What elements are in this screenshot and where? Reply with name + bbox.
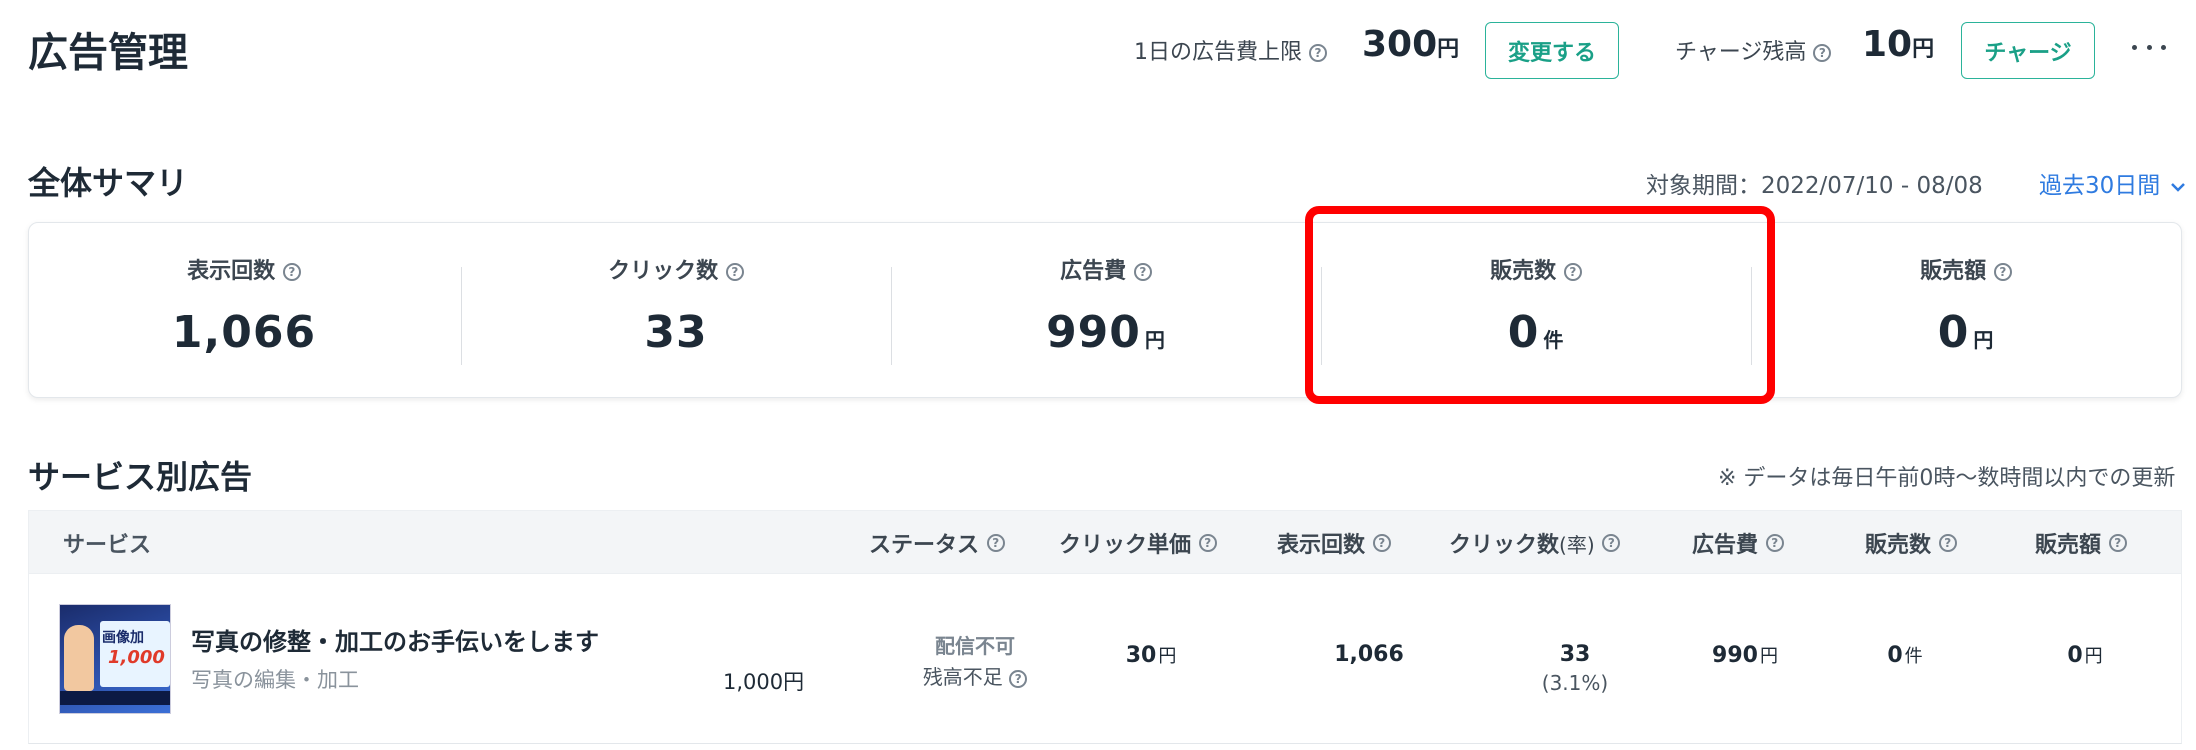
help-icon[interactable]: ? — [986, 534, 1005, 552]
metric-clicks: クリック数 ? 33 — [461, 223, 891, 399]
col-clicks: クリック数 (率) ? — [1449, 511, 1621, 575]
impressions-cell: 1,066 — [1289, 642, 1449, 667]
help-icon[interactable]: ? — [282, 263, 301, 281]
cpc-cell: 30 円 — [1081, 642, 1221, 668]
clicks-cell: 33 (3.1%) — [1495, 642, 1655, 695]
metric-label: 販売額 — [1920, 259, 1987, 284]
page-title: 広告管理 — [28, 30, 188, 76]
status-cell: 配信不可 残高不足 ? — [885, 630, 1065, 690]
chevron-down-icon[interactable] — [2170, 181, 2186, 193]
table-row[interactable]: 画像加 1,000 写真の修整・加工のお手伝いをします 写真の編集・加工 1,0… — [28, 574, 2182, 744]
click-rate: (3.1%) — [1541, 671, 1609, 695]
metric-cost: 広告費 ? 990 円 — [891, 223, 1321, 399]
service-price: 1,000円 — [723, 670, 805, 694]
status-reason-label: 残高不足 — [922, 665, 1003, 689]
metric-impressions: 表示回数 ? 1,066 — [29, 223, 459, 399]
help-icon[interactable]: ? — [1372, 534, 1391, 552]
sales-count-value: 0 — [1887, 643, 1903, 668]
balance-label: チャージ残高 — [1675, 40, 1807, 65]
cpc-value: 30 — [1125, 643, 1157, 668]
sales-count-cell: 0件 — [1845, 642, 1965, 668]
period-select[interactable]: 過去30日間 — [2039, 166, 2186, 200]
balance-amount: 10円 — [1862, 24, 1934, 65]
help-icon[interactable]: ? — [1198, 534, 1217, 552]
update-note: ※ データは毎日午前0時～数時間以内での更新 — [1718, 466, 2176, 491]
col-clicks-rate: (率) — [1559, 532, 1595, 557]
table-header: サービス ステータス ? クリック単価 ? 表示回数 ? クリック数 (率) ? … — [28, 510, 2182, 574]
metric-sales-amount: 販売額 ? 0円 — [1751, 223, 2181, 399]
cost-unit: 円 — [1759, 646, 1778, 667]
help-icon[interactable]: ? — [1309, 44, 1327, 62]
help-icon[interactable]: ? — [1133, 263, 1152, 281]
col-cost-label: 広告費 — [1692, 533, 1759, 558]
col-status-label: ステータス — [869, 533, 980, 558]
help-icon[interactable]: ? — [725, 263, 744, 281]
summary-title: 全体サマリ — [28, 164, 189, 202]
col-sales-count-label: 販売数 — [1865, 533, 1932, 558]
metric-label: 広告費 — [1060, 259, 1127, 284]
metric-value: 990 — [1046, 307, 1141, 358]
metric-unit: 円 — [1973, 328, 1995, 352]
thumbnail-banner — [60, 691, 170, 705]
service-category: 写真の編集・加工 — [191, 668, 359, 692]
cost-value: 990 — [1712, 643, 1758, 668]
col-cost: 広告費 ? — [1692, 511, 1784, 575]
daily-limit-unit: 円 — [1437, 37, 1460, 62]
col-cpc: クリック単価 ? — [1059, 511, 1217, 575]
thumbnail-figure — [64, 625, 94, 691]
col-sales-count: 販売数 ? — [1865, 511, 1957, 575]
impressions-value: 1,066 — [1334, 642, 1404, 667]
thumbnail-title: 画像加 — [102, 630, 144, 646]
col-impressions-label: 表示回数 — [1277, 533, 1366, 558]
period-select-label[interactable]: 過去30日間 — [2039, 173, 2160, 199]
col-status: ステータス ? — [869, 511, 1005, 575]
help-icon[interactable]: ? — [1813, 44, 1832, 62]
daily-limit: 1日の広告費上限 ? — [1134, 34, 1327, 66]
metric-value: 33 — [644, 307, 708, 358]
service-name[interactable]: 写真の修整・加工のお手伝いをします — [191, 622, 599, 657]
daily-limit-label: 1日の広告費上限 — [1134, 40, 1302, 65]
col-impressions: 表示回数 ? — [1277, 511, 1391, 575]
col-sales-amount: 販売額 ? — [2035, 511, 2127, 575]
cpc-unit: 円 — [1158, 646, 1177, 667]
sales-count-unit: 件 — [1904, 646, 1923, 667]
metric-label: クリック数 — [608, 259, 719, 284]
metric-unit: 円 — [1144, 328, 1166, 352]
metric-label: 表示回数 — [187, 259, 276, 284]
more-options-icon[interactable] — [2132, 32, 2166, 62]
charge-button[interactable]: チャージ — [1961, 22, 2095, 79]
charge-balance: チャージ残高 ? — [1675, 34, 1832, 66]
services-title: サービス別広告 — [28, 458, 253, 496]
clicks-value: 33 — [1559, 642, 1591, 667]
change-limit-button[interactable]: 変更する — [1485, 22, 1619, 79]
help-icon[interactable]: ? — [2108, 534, 2127, 552]
sales-amount-unit: 円 — [2084, 646, 2103, 667]
sales-amount-cell: 0円 — [2025, 642, 2145, 668]
thumbnail-price: 1,000 — [108, 647, 165, 668]
metric-value: 0 — [1937, 307, 1970, 358]
balance-value: 10 — [1862, 24, 1913, 65]
col-sales-amount-label: 販売額 — [2035, 533, 2102, 558]
summary-card: 表示回数 ? 1,066 クリック数 ? 33 広告費 ? 990 円 販売数 ?… — [28, 222, 2182, 398]
col-clicks-label: クリック数 — [1449, 533, 1560, 558]
help-icon[interactable]: ? — [1993, 263, 2012, 281]
balance-unit: 円 — [1912, 37, 1935, 62]
col-cpc-label: クリック単価 — [1059, 533, 1192, 558]
highlight-box — [1305, 206, 1775, 404]
metric-value: 1,066 — [171, 307, 317, 358]
daily-limit-amount: 300円 — [1362, 24, 1459, 65]
sales-amount-value: 0 — [2067, 643, 2083, 668]
period-label: 対象期間：2022/07/10 - 08/08 — [1646, 173, 1983, 199]
help-icon[interactable]: ? — [1938, 534, 1957, 552]
status-text: 配信不可 — [935, 634, 1015, 658]
daily-limit-value: 300 — [1362, 24, 1438, 65]
help-icon[interactable]: ? — [1765, 534, 1784, 552]
help-icon[interactable]: ? — [1009, 669, 1028, 688]
help-icon[interactable]: ? — [1602, 534, 1621, 552]
col-service: サービス — [63, 533, 152, 558]
status-reason: 残高不足 ? — [885, 661, 1065, 690]
cost-cell: 990 円 — [1675, 642, 1815, 668]
service-thumbnail[interactable]: 画像加 1,000 — [59, 604, 171, 714]
